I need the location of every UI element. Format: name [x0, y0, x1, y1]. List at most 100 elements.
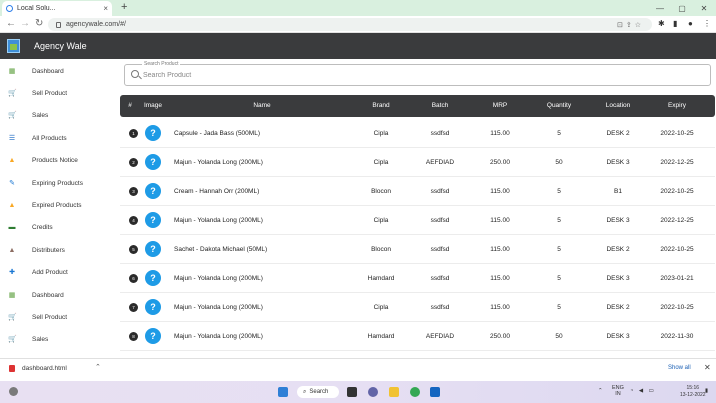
vscode-icon[interactable] — [430, 387, 440, 397]
sidebar-item-label: Sell Product — [32, 313, 68, 321]
sidebar-item[interactable]: 🛒 Sales — [0, 333, 116, 347]
cell-location: DESK 2 — [606, 246, 630, 253]
cart-icon: 🛒 — [8, 89, 17, 97]
show-all-button[interactable]: Show all — [668, 365, 691, 371]
sidebar-item[interactable]: ▲ Distributers — [0, 243, 116, 257]
download-item[interactable]: dashboard.html — [22, 365, 67, 372]
cell-location: DESK 2 — [606, 304, 630, 311]
sidebar-item[interactable]: 🛒 Sales — [0, 109, 116, 123]
sidebar-item[interactable]: 🛒 Sell Product — [0, 310, 116, 324]
col-header-batch: Batch — [431, 102, 449, 109]
sidebar-item[interactable]: ✚ Add Product — [0, 266, 116, 280]
tray-chevron-icon[interactable]: ⌃ — [598, 388, 603, 394]
extensions-icon[interactable]: ✱ — [658, 19, 665, 28]
cell-name: Majun - Yolanda Long (200ML) — [174, 217, 263, 224]
url-text: agencywale.com/#/ — [66, 21, 126, 28]
dashboard-icon: ▦ — [8, 291, 16, 299]
cell-batch: ssdfsd — [430, 188, 450, 195]
weather-icon[interactable] — [9, 387, 18, 396]
tab-close-icon[interactable]: × — [103, 4, 108, 13]
list-icon: ☰ — [8, 134, 16, 142]
sidebar-item[interactable]: 🛒 Sell Product — [0, 86, 116, 100]
product-image-placeholder-icon: ? — [145, 328, 161, 344]
browser-tab[interactable]: Local Solu... × — [2, 1, 112, 16]
close-download-bar-icon[interactable]: ✕ — [704, 363, 711, 372]
start-icon[interactable] — [278, 387, 288, 397]
clock[interactable]: 15:16 13-12-2022 — [680, 385, 706, 399]
cell-name: Majun - Yolanda Long (200ML) — [174, 275, 263, 282]
maximize-icon[interactable]: ▢ — [672, 0, 692, 16]
sidebar-item[interactable]: ▲ Products Notice — [0, 154, 116, 168]
sidebar-item[interactable]: ✎ Expiring Products — [0, 176, 116, 190]
omnibox-actions-icon[interactable]: ⊡⇪☆ — [617, 21, 644, 29]
search-input[interactable] — [143, 70, 543, 81]
sidebar-item-label: Sell Product — [32, 89, 68, 97]
cell-expiry: 2022-10-25 — [660, 246, 694, 253]
sidebar-item[interactable]: ▲ Expired Products — [0, 198, 116, 212]
taskbar-search-button[interactable]: ⌕ Search — [297, 386, 339, 398]
table-row[interactable]: 3? Cream - Hannah Orr (200ML) Blocon ssdfsd… — [120, 177, 715, 206]
cell-location: DESK 3 — [606, 333, 630, 340]
product-image-placeholder-icon: ? — [145, 212, 161, 228]
cell-name: Majun - Yolanda Long (200ML) — [174, 304, 263, 311]
cell-mrp: 115.00 — [490, 130, 510, 137]
cell-brand: Blocon — [371, 188, 391, 195]
language-indicator[interactable]: ENG IN — [612, 385, 624, 397]
row-number-badge: 2 — [129, 158, 138, 167]
clock-date: 13-12-2022 — [680, 392, 706, 398]
sidebar-item[interactable]: ▦ Dashboard — [0, 64, 116, 78]
cell-expiry: 2022-12-25 — [660, 217, 694, 224]
cell-quantity: 5 — [557, 246, 561, 253]
file-explorer-icon[interactable] — [389, 387, 399, 397]
table-row[interactable]: 5? Sachet - Dakota Michael (50ML) Blocon ss… — [120, 235, 715, 264]
product-image-placeholder-icon: ? — [145, 270, 161, 286]
sidebar-item[interactable]: ▦ Dashboard — [0, 288, 116, 302]
new-tab-button[interactable]: + — [121, 1, 127, 13]
table-row[interactable]: 6? Majun - Yolanda Long (200ML) Hamdard ssd… — [120, 264, 715, 293]
sidebar-item[interactable]: ▬ Credits — [0, 221, 116, 235]
cell-quantity: 50 — [555, 159, 563, 166]
cell-name: Capsule - Jada Bass (500ML) — [174, 130, 260, 137]
cell-expiry: 2022-11-30 — [660, 333, 694, 340]
table-header: # Image Name Brand Batch MRP Quantity Lo… — [120, 95, 715, 117]
sidebar-item-label: Expiring Products — [32, 179, 83, 187]
dashboard-icon: ▦ — [8, 67, 16, 75]
search-icon — [131, 70, 139, 78]
chrome-icon[interactable] — [410, 387, 420, 397]
chrome-menu-icon[interactable]: ⋮ — [703, 19, 711, 28]
cell-name: Majun - Yolanda Long (200ML) — [174, 333, 263, 340]
cell-quantity: 5 — [557, 217, 561, 224]
address-bar[interactable]: agencywale.com/#/ ⊡⇪☆ — [48, 18, 652, 31]
task-view-icon[interactable] — [347, 387, 357, 397]
chevron-up-icon[interactable]: ⌃ — [95, 363, 101, 371]
taskbar-search-label: Search — [309, 389, 329, 395]
forward-arrow-icon[interactable]: → — [20, 18, 30, 29]
sidebar-item-label: Add Product — [32, 269, 68, 277]
teams-chat-icon[interactable] — [368, 387, 378, 397]
col-header-quantity: Quantity — [546, 102, 572, 109]
sidepanel-icon[interactable]: ▮ — [673, 19, 677, 28]
notification-icon[interactable]: ▮ — [705, 388, 708, 394]
app-title: Agency Wale — [34, 41, 87, 51]
sidebar-item-label: All Products — [32, 134, 67, 142]
profile-icon[interactable]: ● — [688, 19, 693, 28]
cell-expiry: 2022-12-25 — [660, 159, 694, 166]
download-bar: dashboard.html ⌃ Show all ✕ — [0, 358, 716, 377]
minimize-icon[interactable]: — — [650, 0, 670, 16]
col-header-num: # — [128, 102, 132, 109]
table-row[interactable]: 4? Majun - Yolanda Long (200ML) Cipla ssdfs… — [120, 206, 715, 235]
table-row[interactable]: 7? Majun - Yolanda Long (200ML) Cipla ssdfs… — [120, 293, 715, 322]
table-row[interactable]: 8? Majun - Yolanda Long (200ML) Hamdard AEF… — [120, 322, 715, 351]
cell-brand: Hamdard — [367, 275, 395, 282]
window-close-icon[interactable]: ✕ — [694, 0, 714, 16]
reload-icon[interactable]: ↻ — [35, 18, 43, 29]
sidebar-item[interactable]: ☰ All Products — [0, 131, 116, 145]
table-row[interactable]: 1? Capsule - Jada Bass (500ML) Cipla ssdfsd… — [120, 119, 715, 148]
back-arrow-icon[interactable]: ← — [6, 18, 16, 29]
search-legend: Search Product — [142, 61, 181, 67]
browser-toolbar: ← → ↻ agencywale.com/#/ ⊡⇪☆ ✱ ▮ ● ⋮ — [0, 16, 716, 33]
cell-expiry: 2022-10-25 — [660, 188, 694, 195]
app-logo-icon — [7, 39, 20, 53]
tray-status-icons[interactable]: ◔ ◀ ▭ — [630, 388, 656, 394]
table-row[interactable]: 2? Majun - Yolanda Long (200ML) Cipla AEFDI… — [120, 148, 715, 177]
